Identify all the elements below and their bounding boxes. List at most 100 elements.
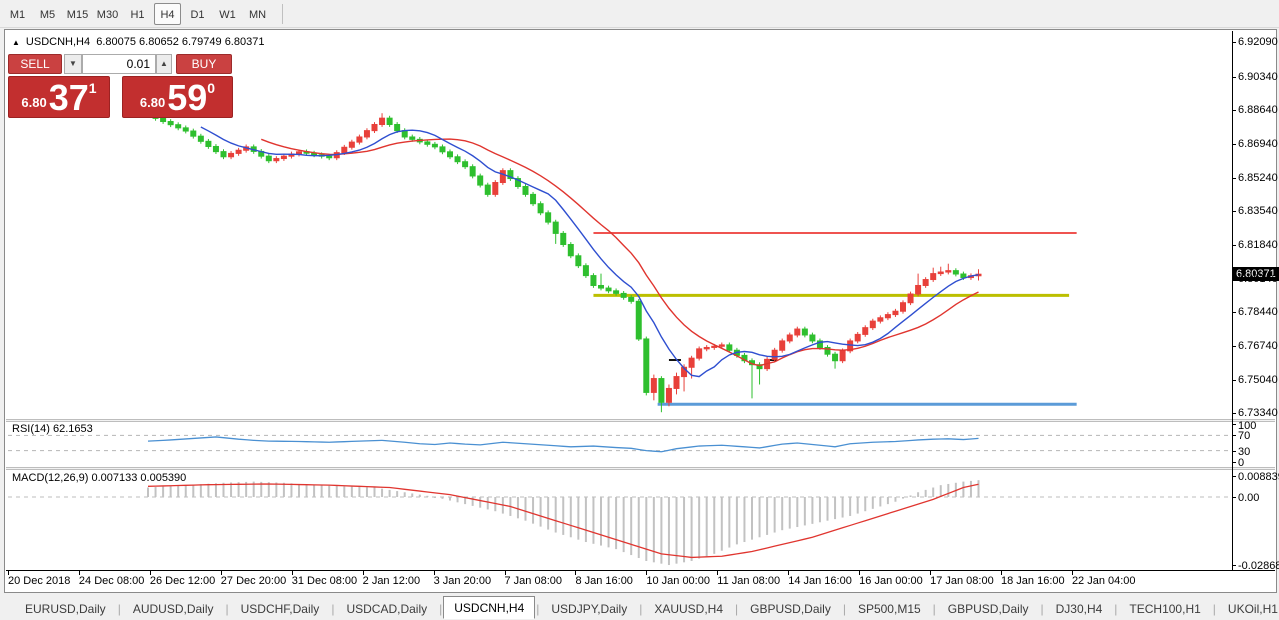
rsi-axis-label: 70	[1238, 430, 1250, 442]
buy-price-pip: 0	[207, 80, 215, 96]
price-axis-label: 6.80140	[1238, 273, 1278, 285]
rsi-pane[interactable]	[6, 422, 1233, 467]
time-axis-label: 8 Jan 16:00	[575, 575, 633, 587]
tab-usdchf-daily[interactable]: USDCHF,Daily	[230, 598, 331, 619]
price-axis-label: 6.86940	[1238, 138, 1278, 150]
price-axis-tick	[1232, 42, 1236, 43]
rsi-axis-tick	[1232, 451, 1236, 452]
tab-tech100-h1[interactable]: TECH100,H1	[1118, 598, 1211, 619]
volume-up-button[interactable]: ▲	[156, 54, 172, 74]
rsi-axis-label: 0	[1238, 457, 1244, 469]
time-axis-tick	[930, 571, 931, 575]
price-axis-tick	[1232, 346, 1236, 347]
buy-button[interactable]: BUY	[176, 54, 232, 74]
timeframe-button-m5[interactable]: M5	[34, 3, 61, 25]
price-axis-tick	[1232, 279, 1236, 280]
ma-fast-line	[201, 127, 979, 377]
rsi-axis-label: 30	[1238, 446, 1250, 458]
time-axis-tick	[79, 571, 80, 575]
price-axis-tick	[1232, 413, 1236, 414]
tab-gbpusd-daily[interactable]: GBPUSD,Daily	[739, 598, 842, 619]
macd-axis-label: 0.00	[1238, 492, 1259, 504]
time-axis-label: 18 Jan 16:00	[1001, 575, 1065, 587]
sell-price-box[interactable]: 6.80 37 1	[8, 76, 110, 118]
price-axis-tick	[1232, 77, 1236, 78]
price-axis-label: 6.78440	[1238, 306, 1278, 318]
time-axis-tick	[788, 571, 789, 575]
volume-down-button[interactable]: ▼	[64, 54, 82, 74]
sell-price-prefix: 6.80	[21, 95, 46, 110]
time-axis-tick	[859, 571, 860, 575]
time-axis-tick	[717, 571, 718, 575]
timeframe-button-mn[interactable]: MN	[244, 3, 271, 25]
timeframe-button-m1[interactable]: M1	[4, 3, 31, 25]
application-window: M1M5M15M30H1H4D1W1MN ▲ USDCNH,H4 6.80075 …	[0, 0, 1279, 620]
sell-price-digits: 37	[49, 82, 89, 114]
price-axis-tick	[1232, 144, 1236, 145]
rsi-label: RSI(14) 62.1653	[12, 423, 93, 435]
time-axis-tick	[1072, 571, 1073, 575]
macd-axis-tick	[1232, 497, 1236, 498]
timeframe-button-m30[interactable]: M30	[94, 3, 121, 25]
time-axis-label: 7 Jan 08:00	[505, 575, 563, 587]
timeframe-button-h4[interactable]: H4	[154, 3, 181, 25]
time-axis-tick	[575, 571, 576, 575]
macd-axis-label: -0.028683	[1238, 560, 1279, 572]
price-axis-label: 6.83540	[1238, 205, 1278, 217]
rsi-axis-tick	[1232, 424, 1236, 425]
macd-pane[interactable]	[6, 470, 1233, 570]
price-axis-tick	[1232, 178, 1236, 179]
time-axis-label: 22 Jan 04:00	[1072, 575, 1136, 587]
time-axis-label: 10 Jan 00:00	[646, 575, 710, 587]
price-axis-label: 6.92090	[1238, 36, 1278, 48]
timeframe-button-d1[interactable]: D1	[184, 3, 211, 25]
timeframe-button-h1[interactable]: H1	[124, 3, 151, 25]
tab-usdjpy-daily[interactable]: USDJPY,Daily	[540, 598, 638, 619]
price-axis-tick	[1232, 110, 1236, 111]
ma-slow-line	[261, 139, 978, 366]
price-axis-label: 6.85240	[1238, 172, 1278, 184]
time-axis-label: 11 Jan 08:00	[717, 575, 780, 587]
price-axis-tick	[1232, 380, 1236, 381]
sell-button[interactable]: SELL	[8, 54, 62, 74]
time-axis-tick	[150, 571, 151, 575]
candles	[146, 111, 982, 412]
macd-axis-label: 0.008839	[1238, 471, 1279, 483]
time-axis-label: 3 Jan 20:00	[434, 575, 492, 587]
timeframe-button-m15[interactable]: M15	[64, 3, 91, 25]
price-axis-tick	[1232, 245, 1236, 246]
tab-audusd-daily[interactable]: AUDUSD,Daily	[122, 598, 225, 619]
tab-sp500-m15[interactable]: SP500,M15	[847, 598, 932, 619]
time-axis-tick	[292, 571, 293, 575]
chart-symbol: USDCNH,H4	[26, 36, 90, 48]
timeframe-button-w1[interactable]: W1	[214, 3, 241, 25]
rsi-line	[148, 437, 979, 452]
tab-gbpusd-daily[interactable]: GBPUSD,Daily	[937, 598, 1040, 619]
tab-dj30-h4[interactable]: DJ30,H4	[1045, 598, 1114, 619]
price-axis-label: 6.88640	[1238, 104, 1278, 116]
tab-usdcnh-h4[interactable]: USDCNH,H4	[443, 596, 535, 619]
price-axis-border	[1232, 31, 1233, 570]
volume-input[interactable]	[82, 54, 156, 74]
tab-xauusd-h4[interactable]: XAUUSD,H4	[643, 598, 734, 619]
buy-price-prefix: 6.80	[140, 95, 165, 110]
buy-price-box[interactable]: 6.80 59 0	[122, 76, 233, 118]
chart-ohlc-values: 6.80075 6.80652 6.79749 6.80371	[96, 36, 264, 48]
time-axis-label: 2 Jan 12:00	[363, 575, 421, 587]
time-axis-tick	[505, 571, 506, 575]
tab-eurusd-daily[interactable]: EURUSD,Daily	[14, 598, 117, 619]
time-axis-label: 24 Dec 08:00	[79, 575, 144, 587]
chevron-down-icon: ▼	[69, 59, 77, 68]
rsi-axis-tick	[1232, 435, 1236, 436]
price-axis-tick	[1232, 312, 1236, 313]
tab-ukoil-h1[interactable]: UKOil,H1	[1217, 598, 1279, 619]
rsi-axis-tick	[1232, 462, 1236, 463]
price-axis-label: 6.76740	[1238, 340, 1278, 352]
price-axis-label: 6.90340	[1238, 71, 1278, 83]
sell-price-pip: 1	[89, 80, 97, 96]
buy-price-digits: 59	[167, 82, 207, 114]
tab-usdcad-daily[interactable]: USDCAD,Daily	[335, 598, 438, 619]
price-axis-label: 6.73340	[1238, 407, 1278, 419]
price-axis-label: 6.75040	[1238, 374, 1278, 386]
time-axis[interactable]: 20 Dec 201824 Dec 08:0026 Dec 12:0027 De…	[6, 571, 1275, 592]
